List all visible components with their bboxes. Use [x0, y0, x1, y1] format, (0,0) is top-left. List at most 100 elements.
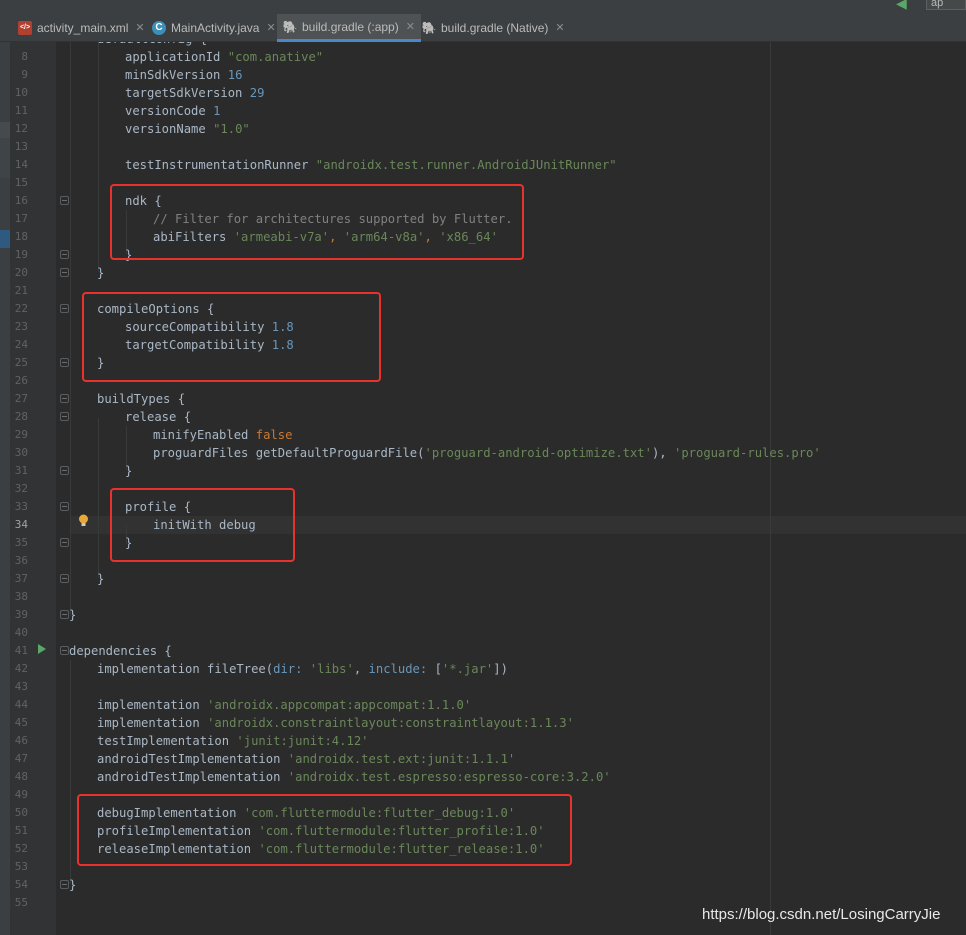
code-line: minifyEnabled false	[153, 428, 293, 442]
code-line: androidTestImplementation 'androidx.test…	[97, 770, 611, 784]
highlight-box-flutter-dependencies	[77, 794, 572, 866]
code-line: release {	[125, 410, 192, 424]
fold-toggle-icon[interactable]	[60, 250, 69, 259]
gradle-elephant-icon: 🐘	[282, 19, 298, 34]
line-number: 28	[14, 410, 28, 423]
fold-toggle-icon[interactable]	[60, 412, 69, 421]
run-dependencies-icon[interactable]	[38, 644, 46, 654]
line-number: 38	[14, 590, 28, 603]
tab-label: build.gradle (Native)	[441, 20, 549, 35]
lightbulb-icon[interactable]	[78, 514, 89, 527]
code-line: }	[97, 572, 105, 586]
line-number: 21	[14, 284, 28, 297]
fold-toggle-icon[interactable]	[60, 304, 69, 313]
line-number: 42	[14, 662, 28, 675]
line-number: 50	[14, 806, 28, 819]
line-number: 13	[14, 140, 28, 153]
indent-guide	[70, 660, 71, 884]
line-number: 11	[14, 104, 28, 117]
close-icon[interactable]: ✕	[135, 21, 144, 34]
line-number: 54	[14, 878, 28, 891]
line-number: 26	[14, 374, 28, 387]
line-number: 23	[14, 320, 28, 333]
line-number: 14	[14, 158, 28, 171]
project-panel-edge[interactable]	[0, 42, 10, 935]
highlight-box-profile	[110, 488, 295, 562]
line-number: 36	[14, 554, 28, 567]
java-class-icon: C	[152, 20, 166, 35]
code-line: }	[69, 608, 77, 622]
fold-toggle-icon[interactable]	[60, 880, 69, 889]
tab-activity-main-xml[interactable]: </> activity_main.xml ✕	[18, 14, 145, 41]
code-line: }	[97, 266, 105, 280]
line-number: 51	[14, 824, 28, 837]
tab-main-activity-java[interactable]: C MainActivity.java ✕	[152, 14, 276, 41]
tab-build-gradle-native[interactable]: 🐘 build.gradle (Native) ✕	[422, 14, 565, 41]
code-line: testInstrumentationRunner "androidx.test…	[125, 158, 617, 172]
tab-label: build.gradle (:app)	[302, 19, 399, 34]
fold-toggle-icon[interactable]	[60, 574, 69, 583]
close-icon[interactable]: ✕	[555, 21, 564, 34]
code-line: buildTypes {	[97, 392, 186, 406]
fold-column	[56, 42, 70, 935]
line-number: 40	[14, 626, 28, 639]
watermark: https://blog.csdn.net/LosingCarryJie	[702, 906, 941, 923]
tab-label: activity_main.xml	[37, 20, 129, 35]
line-number: 32	[14, 482, 28, 495]
fold-toggle-icon[interactable]	[60, 196, 69, 205]
line-number: 16	[14, 194, 28, 207]
line-number: 41	[14, 644, 28, 657]
fold-toggle-icon[interactable]	[60, 538, 69, 547]
editor-tab-bar: </> activity_main.xml ✕ C MainActivity.j…	[0, 14, 966, 42]
code-line: implementation 'androidx.appcompat:appco…	[97, 698, 472, 712]
line-number: 55	[14, 896, 28, 909]
fold-toggle-icon[interactable]	[60, 394, 69, 403]
code-line: minSdkVersion 16	[125, 68, 243, 82]
code-line: versionCode 1	[125, 104, 221, 118]
fold-toggle-icon[interactable]	[60, 646, 69, 655]
code-line: implementation fileTree(dir: 'libs', inc…	[97, 662, 508, 676]
close-icon[interactable]: ✕	[406, 20, 415, 33]
code-line: androidTestImplementation 'androidx.test…	[97, 752, 516, 766]
code-line: implementation 'androidx.constraintlayou…	[97, 716, 574, 730]
code-line: targetSdkVersion 29	[125, 86, 265, 100]
indent-guide	[98, 418, 99, 578]
line-number-current: 34	[14, 518, 28, 531]
fold-toggle-icon[interactable]	[60, 502, 69, 511]
line-number: 30	[14, 446, 28, 459]
line-number: 39	[14, 608, 28, 621]
close-icon[interactable]: ✕	[266, 21, 275, 34]
line-number: 15	[14, 176, 28, 189]
line-number: 44	[14, 698, 28, 711]
fold-toggle-icon[interactable]	[60, 610, 69, 619]
tab-build-gradle-app[interactable]: 🐘 build.gradle (:app) ✕	[277, 14, 421, 42]
line-number: 43	[14, 680, 28, 693]
tab-label: MainActivity.java	[171, 20, 260, 35]
line-number: 48	[14, 770, 28, 783]
code-line: }	[125, 464, 133, 478]
line-number: 19	[14, 248, 28, 261]
line-number: 37	[14, 572, 28, 585]
line-number: 18	[14, 230, 28, 243]
fold-toggle-icon[interactable]	[60, 466, 69, 475]
line-number: 20	[14, 266, 28, 279]
line-number: 22	[14, 302, 28, 315]
fold-toggle-icon[interactable]	[60, 268, 69, 277]
code-line: dependencies {	[69, 644, 172, 658]
code-line: applicationId "com.anative"	[125, 50, 324, 64]
line-number: 53	[14, 860, 28, 873]
fold-toggle-icon[interactable]	[60, 358, 69, 367]
line-number: 24	[14, 338, 28, 351]
top-toolbar: ◀ ap	[0, 0, 966, 14]
line-number: 52	[14, 842, 28, 855]
line-number: 45	[14, 716, 28, 729]
line-number: 31	[14, 464, 28, 477]
run-arrow-icon[interactable]: ◀	[896, 0, 907, 12]
run-configuration-dropdown[interactable]: ap	[926, 0, 966, 10]
highlight-box-compile-options	[82, 292, 381, 382]
line-number: 33	[14, 500, 28, 513]
code-line: }	[69, 878, 77, 892]
right-margin-guide	[770, 42, 771, 935]
line-number: 27	[14, 392, 28, 405]
xml-file-icon: </>	[18, 20, 32, 35]
